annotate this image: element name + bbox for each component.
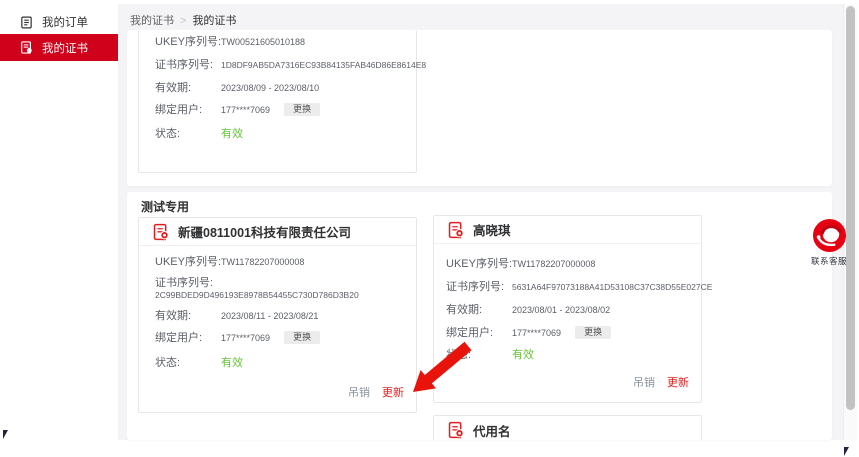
breadcrumb-separator: > [180, 15, 186, 27]
content-area: 我的证书 > 我的证书 UKEY序列号: TW00521605010188 证书序列… [118, 4, 843, 440]
ukey-serial-value: TW11782207000008 [512, 258, 595, 270]
field-row: 证书序列号: [155, 277, 408, 289]
field-label: 状态: [155, 357, 221, 369]
field-row: UKEY序列号: TW11782207000008 [155, 256, 408, 268]
status-value: 有效 [512, 349, 534, 361]
sidebar-item-my-certificates[interactable]: 我的证书 [0, 34, 118, 61]
field-row: 有效期: 2023/08/11 - 2023/08/21 [155, 310, 408, 322]
certificate-icon [447, 421, 465, 439]
certificate-card-partial: UKEY序列号: TW00521605010188 证书序列号: 1D8DF9A… [138, 30, 417, 173]
field-label: UKEY序列号: [155, 256, 221, 268]
test-certificates-panel: 测试专用 新疆0811001科技有限责任公司 UKEY序列号: TW117822… [127, 192, 832, 440]
field-row: 2C99BDED9D496193E8978B54455C730D786D3B20 [155, 289, 408, 301]
field-label: 证书序列号: [155, 277, 213, 289]
cert-serial-value: 2C99BDED9D496193E8978B54455C730D786D3B20 [155, 289, 359, 301]
field-row: UKEY序列号: TW00521605010188 [155, 36, 408, 48]
cert-serial-value: 5631A64F97073188A41D53108C37C38D55E027CE [512, 281, 712, 293]
field-label: 有效期: [446, 304, 512, 316]
field-row: 证书序列号: 1D8DF9AB5DA7316EC93B84135FAB46D86… [155, 59, 408, 71]
cursor-artifact [3, 430, 8, 439]
cursor-artifact [844, 447, 849, 456]
field-row: 状态: 有效 [155, 357, 408, 369]
field-label: 有效期: [155, 82, 221, 94]
sidebar-item-my-orders[interactable]: 我的订单 [0, 9, 118, 35]
certificate-card-alias: 代用名 [433, 415, 702, 440]
bound-user-value: 177****7069 [512, 327, 561, 339]
field-row: 有效期: 2023/08/01 - 2023/08/02 [446, 304, 693, 316]
validity-value: 2023/08/01 - 2023/08/02 [512, 304, 610, 316]
card-header: 高晓琪 [434, 216, 701, 244]
contact-support-widget[interactable]: 联系客服 [806, 218, 852, 267]
field-label: 绑定用户: [155, 104, 221, 116]
status-value: 有效 [221, 128, 243, 140]
field-label: 绑定用户: [155, 332, 221, 344]
section-title: 测试专用 [141, 198, 189, 215]
ukey-serial-value: TW00521605010188 [221, 36, 305, 48]
field-row: 证书序列号: 5631A64F97073188A41D53108C37C38D5… [446, 281, 693, 293]
field-label: 状态: [446, 349, 512, 361]
validity-value: 2023/08/11 - 2023/08/21 [221, 310, 318, 322]
bound-user-value: 177****7069 [221, 332, 270, 344]
field-row: 有效期: 2023/08/09 - 2023/08/10 [155, 82, 408, 94]
bound-user-value: 177****7069 [221, 104, 270, 116]
certificate-card-person: 高晓琪 UKEY序列号: TW11782207000008 证书序列号: 563… [433, 215, 702, 403]
breadcrumb-section[interactable]: 我的证书 [130, 15, 174, 27]
breadcrumb: 我的证书 > 我的证书 [130, 12, 236, 28]
field-label: UKEY序列号: [155, 36, 221, 48]
card-header: 代用名 [434, 416, 701, 440]
card-actions: 吊销更新 [348, 384, 404, 400]
card-title: 新疆0811001科技有限责任公司 [178, 222, 351, 241]
sidebar: 我的订单 我的证书 [0, 0, 118, 440]
field-row: 状态: 有效 [155, 128, 408, 140]
field-label: 状态: [155, 128, 221, 140]
renew-link[interactable]: 更新 [382, 387, 404, 399]
ukey-serial-value: TW11782207000008 [221, 256, 304, 268]
field-label: 证书序列号: [155, 59, 221, 71]
revoke-link[interactable]: 吊销 [633, 377, 655, 389]
validity-value: 2023/08/09 - 2023/08/10 [221, 82, 319, 94]
change-user-button[interactable]: 更换 [575, 326, 611, 339]
customer-service-icon [812, 218, 847, 253]
scrollbar-thumb[interactable] [846, 6, 855, 410]
certificate-card-company: 新疆0811001科技有限责任公司 UKEY序列号: TW11782207000… [138, 217, 417, 413]
certificate-icon [20, 41, 33, 54]
card-actions: 吊销更新 [633, 374, 689, 390]
field-row: 绑定用户: 177****7069 更换 [155, 103, 408, 116]
sidebar-item-label: 我的订单 [42, 14, 88, 30]
breadcrumb-current: 我的证书 [192, 15, 236, 27]
orders-icon [20, 16, 33, 29]
renew-link[interactable]: 更新 [667, 377, 689, 389]
certificate-icon [152, 223, 170, 241]
card-header: 新疆0811001科技有限责任公司 [139, 218, 416, 246]
status-value: 有效 [221, 357, 243, 369]
contact-support-label: 联系客服 [806, 255, 852, 267]
sidebar-item-label: 我的证书 [42, 40, 88, 56]
change-user-button[interactable]: 更换 [284, 103, 320, 116]
certificate-panel-top: UKEY序列号: TW00521605010188 证书序列号: 1D8DF9A… [127, 30, 832, 186]
card-title: 代用名 [473, 421, 511, 440]
field-row: 绑定用户: 177****7069 更换 [155, 331, 408, 344]
certificate-icon [447, 221, 465, 239]
field-row: 状态: 有效 [446, 349, 693, 361]
field-label: 证书序列号: [446, 281, 512, 293]
field-label: UKEY序列号: [446, 258, 512, 270]
revoke-link[interactable]: 吊销 [348, 387, 370, 399]
field-row: 绑定用户: 177****7069 更换 [446, 326, 693, 339]
card-title: 高晓琪 [473, 220, 511, 239]
field-label: 绑定用户: [446, 327, 512, 339]
field-label: 有效期: [155, 310, 221, 322]
field-row: UKEY序列号: TW11782207000008 [446, 258, 693, 270]
cert-serial-value: 1D8DF9AB5DA7316EC93B84135FAB46D86E8614E8 [221, 59, 426, 71]
certificate-management-page: 我的订单 我的证书 我的证书 > 我的证书 UKEY序列号: TW005216050… [0, 0, 859, 457]
change-user-button[interactable]: 更换 [284, 331, 320, 344]
